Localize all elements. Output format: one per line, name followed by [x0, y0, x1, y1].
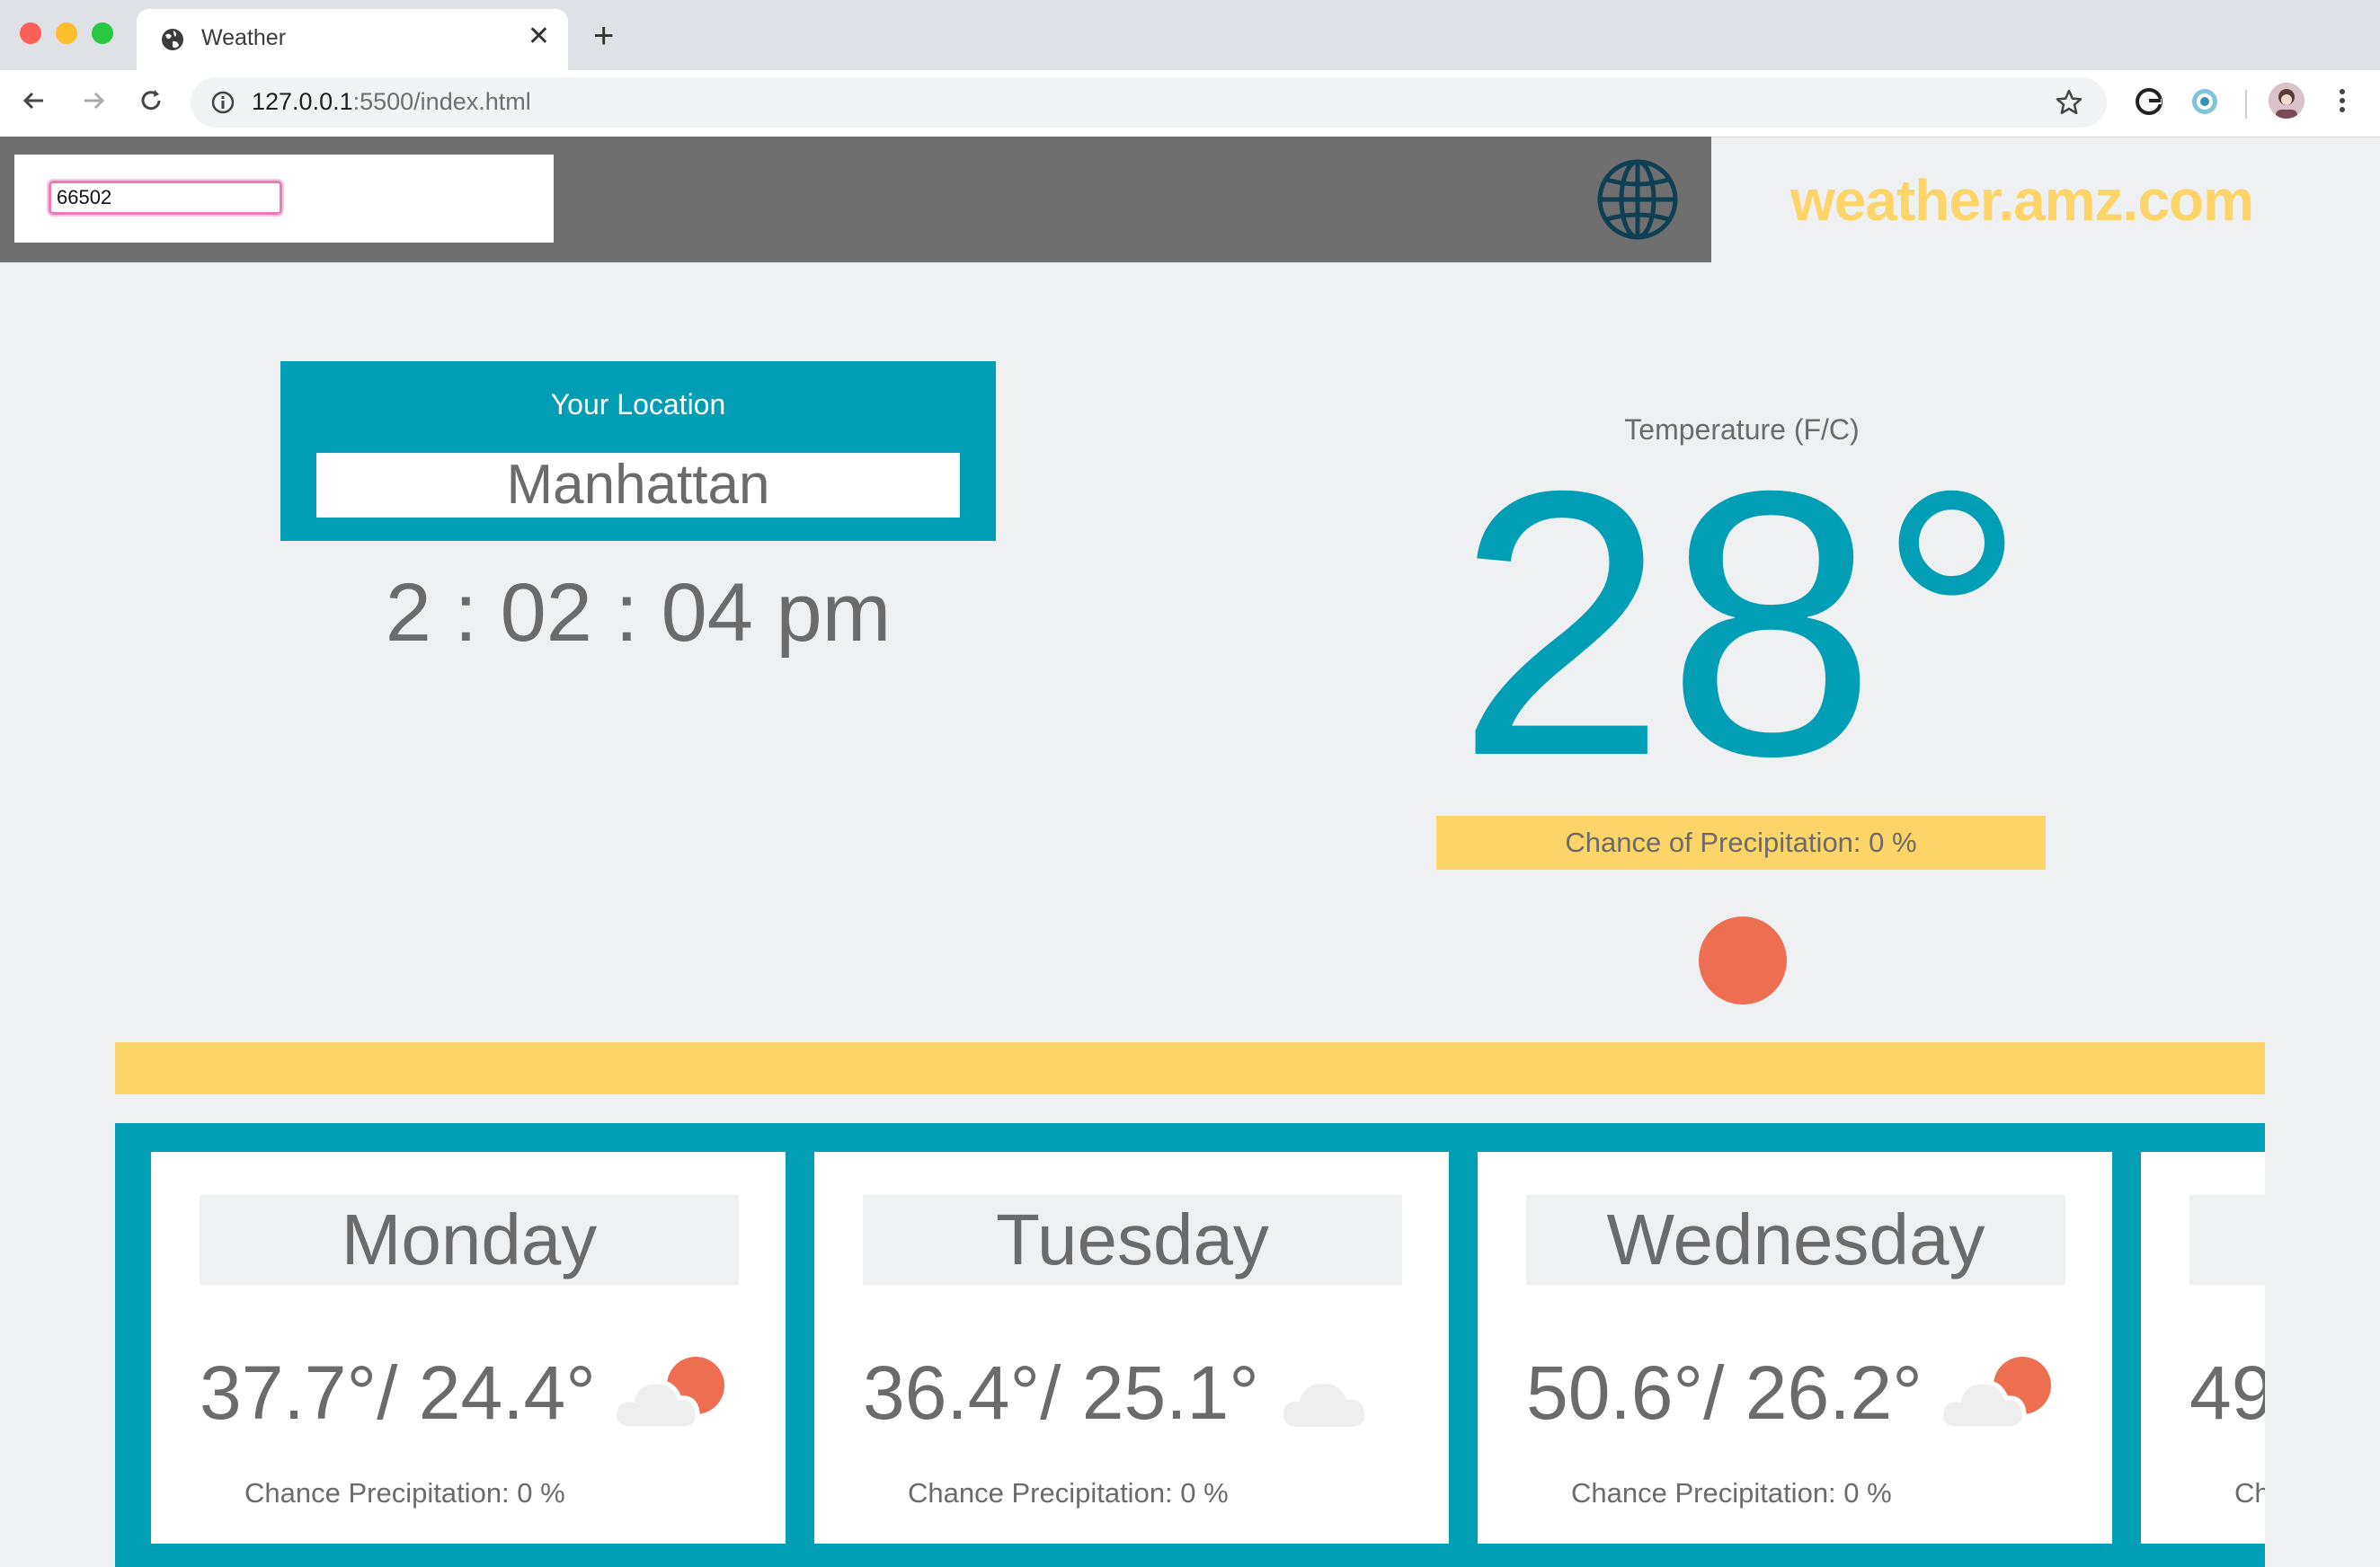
forecast-day-name: Wednesday	[1526, 1195, 2065, 1285]
extension-target-icon[interactable]	[2189, 86, 2220, 121]
forecast-precipitation: Ch	[2234, 1477, 2265, 1509]
forecast-temps: 37.7°/ 24.4°	[200, 1350, 596, 1435]
forecast-day-name: Monday	[200, 1195, 739, 1285]
bookmark-star-icon[interactable]	[2055, 88, 2083, 121]
globe-icon	[160, 27, 185, 57]
address-bar[interactable]: 127.0.0.1:5500/index.html	[191, 77, 2107, 128]
temperature-value[interactable]: 28°	[1436, 436, 2047, 813]
forecast-day-name	[2189, 1195, 2265, 1285]
sun-icon	[1699, 916, 1787, 1005]
site-brand: weather.amz.com	[1790, 168, 2254, 233]
url-host: 127.0.0.1	[252, 88, 353, 115]
location-card: Your Location Manhattan	[280, 361, 996, 541]
forecast-precipitation: Chance Precipitation: 0 %	[908, 1477, 1229, 1509]
cloud-icon	[1273, 1351, 1399, 1446]
minimize-window-button[interactable]	[56, 22, 77, 44]
location-label: Your Location	[550, 388, 726, 421]
forecast-precipitation: Chance Precipitation: 0 %	[244, 1477, 565, 1509]
back-icon[interactable]	[16, 83, 52, 119]
zip-search-input[interactable]	[47, 179, 284, 217]
maximize-window-button[interactable]	[92, 22, 113, 44]
partly-cloudy-icon	[609, 1351, 735, 1446]
more-menu-icon[interactable]	[2335, 83, 2349, 123]
close-window-button[interactable]	[20, 22, 41, 44]
reload-icon[interactable]	[133, 83, 169, 119]
forecast-temps: 50.6°/ 26.2°	[1526, 1350, 1923, 1435]
extension-icon[interactable]	[2134, 86, 2164, 121]
forecast-day-name: Tuesday	[863, 1195, 1402, 1285]
forecast-card: Wednesday 50.6°/ 26.2° Chance Precipitat…	[1478, 1152, 2112, 1544]
partly-cloudy-icon	[1936, 1351, 2062, 1446]
browser-tab[interactable]: Weather ✕	[137, 9, 568, 70]
url-path: :5500/index.html	[352, 88, 531, 115]
forward-icon[interactable]	[75, 83, 111, 119]
forecast-temps: 49	[2189, 1350, 2265, 1435]
forecast-card: Tuesday 36.4°/ 25.1° Chance Precipitatio…	[814, 1152, 1449, 1544]
forecast-card: Monday 37.7°/ 24.4° Chance Precipitation…	[151, 1152, 786, 1544]
profile-avatar[interactable]	[2269, 83, 2305, 119]
precipitation-chance: Chance of Precipitation: 0 %	[1436, 816, 2046, 870]
current-time: 2 : 02 : 04 pm	[385, 567, 892, 659]
new-tab-button[interactable]: +	[593, 18, 614, 54]
browser-tab-bar: Weather ✕ +	[0, 0, 2380, 70]
tab-title: Weather	[201, 25, 287, 50]
url-text: 127.0.0.1:5500/index.html	[252, 88, 531, 116]
info-icon[interactable]	[210, 90, 235, 120]
location-city: Manhattan	[316, 453, 960, 518]
forecast-precipitation: Chance Precipitation: 0 %	[1571, 1477, 1892, 1509]
forecast-strip: Monday 37.7°/ 24.4° Chance Precipitation…	[115, 1123, 2265, 1567]
forecast-temps: 36.4°/ 25.1°	[863, 1350, 1259, 1435]
globe-icon[interactable]	[1596, 158, 1679, 245]
toolbar-separator	[2245, 90, 2247, 119]
forecast-card: 49 Ch	[2141, 1152, 2265, 1544]
close-tab-icon[interactable]: ✕	[528, 23, 550, 50]
section-divider	[115, 1042, 2265, 1094]
browser-toolbar: 127.0.0.1:5500/index.html	[0, 70, 2380, 137]
